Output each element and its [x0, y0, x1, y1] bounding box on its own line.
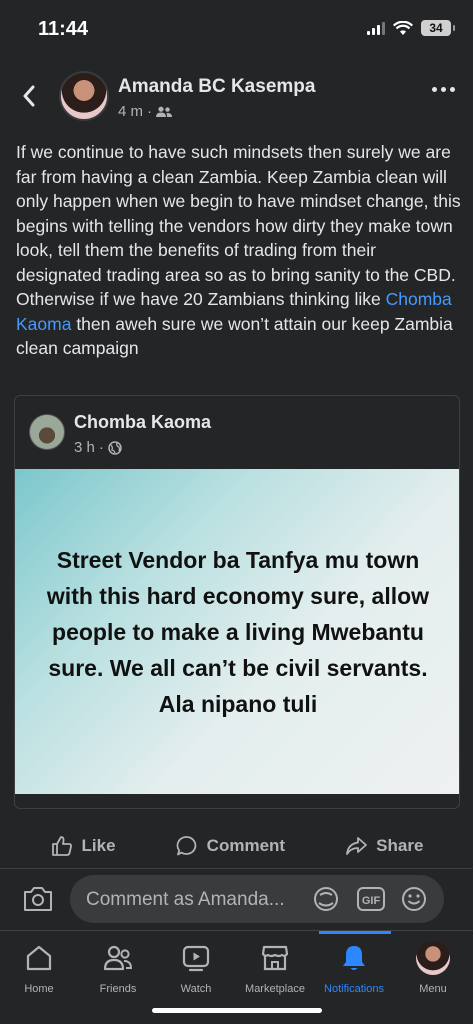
signal-icon [367, 21, 385, 35]
nav-friends[interactable]: Friends [78, 941, 158, 995]
nav-friends-label: Friends [99, 983, 137, 995]
camera-icon [24, 887, 52, 911]
nav-notifications[interactable]: Notifications [314, 941, 394, 995]
nav-home-label: Home [24, 983, 54, 995]
nav-notifications-label: Notifications [324, 983, 384, 995]
status-icons: 34 [367, 20, 455, 36]
status-bar: 11:44 34 [0, 0, 473, 60]
gif-icon[interactable]: GIF [356, 885, 386, 913]
menu-avatar [416, 941, 450, 975]
shared-post-time[interactable]: 3 h [74, 439, 95, 456]
watch-icon [182, 945, 210, 972]
shared-author-avatar[interactable] [29, 414, 65, 450]
comment-input[interactable]: Comment as Amanda... GIF [70, 875, 444, 923]
nav-menu-label: Menu [419, 983, 447, 995]
avatar-sticker-icon[interactable] [312, 885, 340, 913]
author-name[interactable]: Amanda BC Kasempa [118, 76, 315, 98]
marketplace-icon [261, 945, 289, 971]
svg-text:GIF: GIF [362, 895, 381, 907]
shared-post-card[interactable]: Chomba Kaoma 3 h · Street Vendor ba Tanf… [14, 395, 460, 809]
wifi-icon [393, 20, 413, 35]
camera-button[interactable] [22, 884, 54, 919]
more-options-button[interactable] [432, 87, 455, 92]
globe-icon [108, 440, 122, 455]
nav-watch-label: Watch [180, 983, 212, 995]
nav-marketplace-label: Marketplace [245, 983, 305, 995]
comment-bar: Comment as Amanda... GIF [0, 868, 473, 930]
comment-button[interactable]: Comment [175, 834, 285, 858]
shared-post-image[interactable]: Street Vendor ba Tanfya mu town with thi… [15, 469, 459, 794]
back-button[interactable] [14, 79, 44, 113]
post-action-bar: Like Comment Share [0, 825, 473, 867]
status-time: 11:44 [38, 18, 89, 40]
emoji-icon[interactable] [400, 885, 428, 913]
battery-indicator: 34 [421, 20, 455, 36]
active-tab-indicator [319, 931, 391, 934]
shared-post-meta: 3 h · [74, 439, 122, 456]
nav-home[interactable]: Home [0, 941, 79, 995]
like-button[interactable]: Like [50, 834, 116, 858]
home-icon [26, 945, 52, 971]
thumbs-up-icon [51, 836, 72, 856]
comment-placeholder: Comment as Amanda... [86, 889, 285, 910]
nav-watch[interactable]: Watch [156, 941, 236, 995]
friends-icon [103, 945, 133, 971]
nav-marketplace[interactable]: Marketplace [235, 941, 315, 995]
post-header: Amanda BC Kasempa 4 m · [0, 65, 473, 130]
like-label: Like [81, 836, 116, 855]
shared-author-name[interactable]: Chomba Kaoma [74, 412, 211, 433]
post-meta: 4 m · [118, 103, 173, 120]
friends-audience-icon [156, 106, 173, 117]
share-icon [346, 837, 368, 855]
chevron-left-icon [23, 85, 35, 107]
nav-menu[interactable]: Menu [393, 941, 473, 995]
post-time[interactable]: 4 m [118, 103, 143, 120]
comment-icon [176, 836, 196, 856]
comment-label: Comment [206, 836, 286, 855]
shared-image-text: Street Vendor ba Tanfya mu town with thi… [46, 546, 430, 717]
home-indicator [152, 1008, 322, 1013]
share-button[interactable]: Share [344, 834, 423, 858]
post-text: If we continue to have such mindsets the… [16, 142, 461, 358]
share-label: Share [376, 836, 424, 855]
author-avatar[interactable] [59, 71, 109, 121]
bell-icon [343, 946, 365, 970]
